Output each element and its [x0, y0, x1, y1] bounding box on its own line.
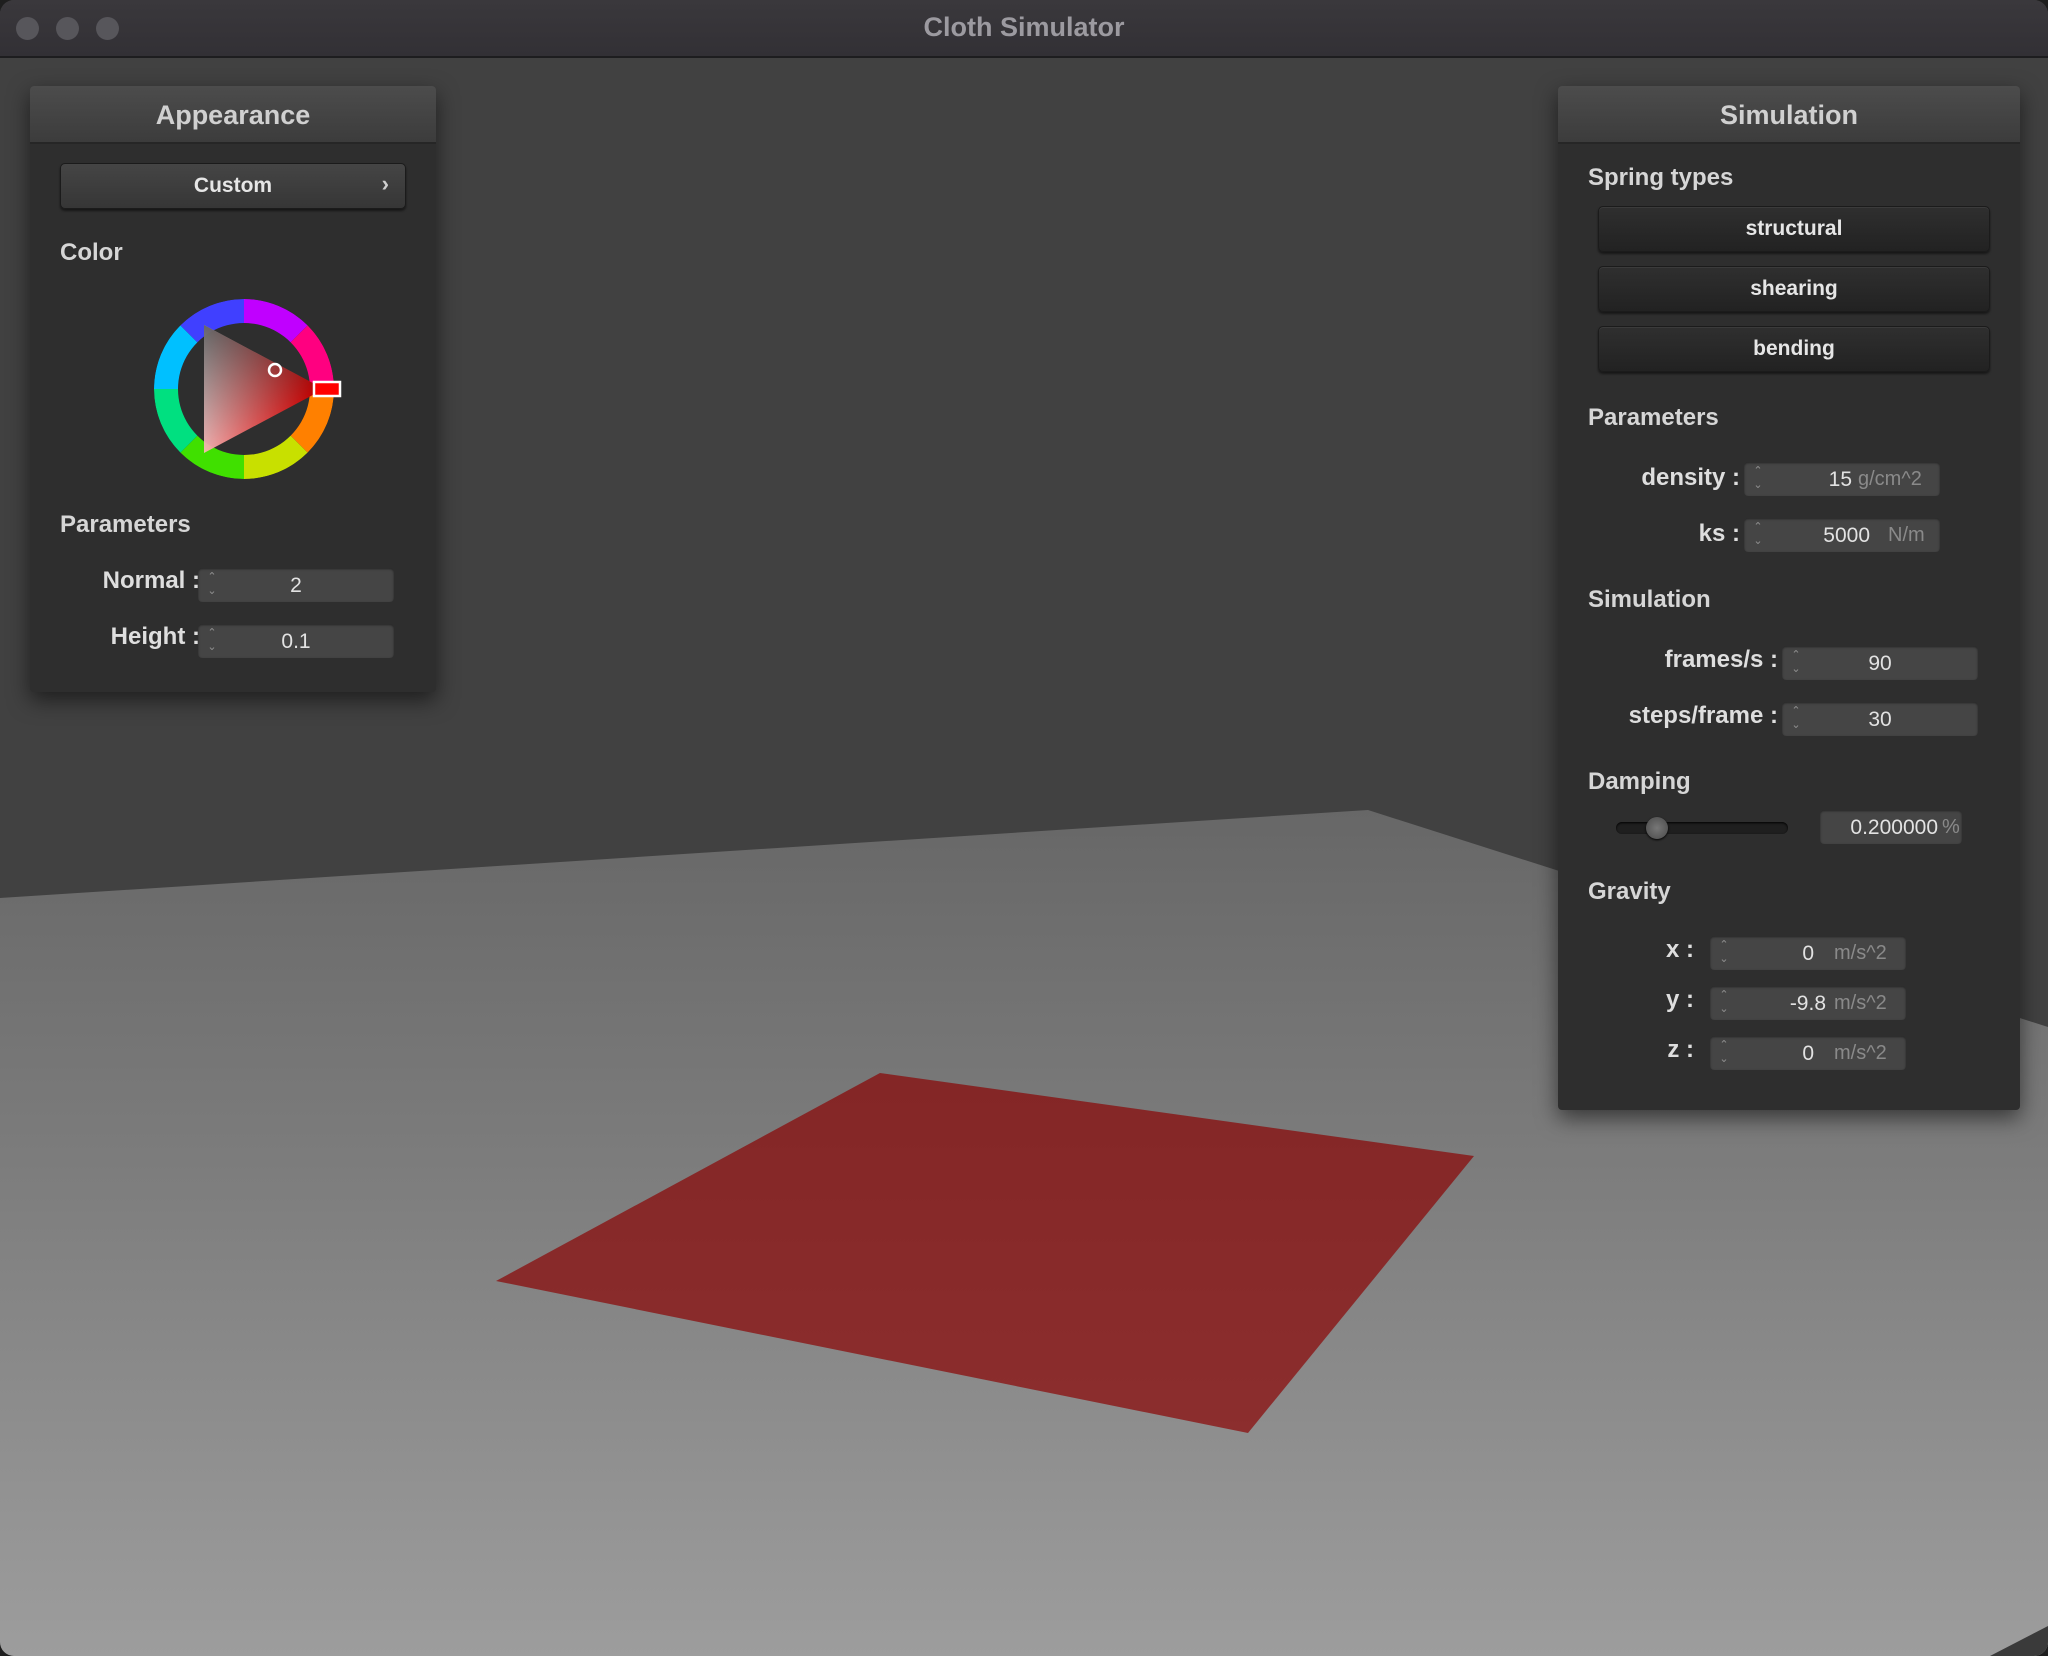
gravity-y-input[interactable]: ⌃ ⌄ -9.8 m/s^2 [1710, 986, 1906, 1020]
shearing-spring-button[interactable]: shearing [1598, 266, 1990, 312]
damping-slider-knob[interactable] [1646, 817, 1668, 839]
density-label: density : [1641, 464, 1740, 491]
gravity-x-label: x : [1665, 936, 1694, 963]
appearance-panel-title: Appearance [155, 100, 311, 130]
normal-label: Normal : [102, 567, 200, 594]
app-window: Cloth Simulator Appearance Custom › Colo… [0, 0, 2048, 1656]
simulation-panel: Simulation Spring types structural shear… [1558, 86, 2020, 1110]
appearance-parameters-label: Parameters [60, 511, 191, 538]
height-input[interactable]: ⌃ ⌄ 0.1 [198, 624, 394, 658]
simulation-parameters-label: Parameters [1588, 404, 1719, 431]
damping-value-input[interactable]: 0.200000 % [1820, 810, 1962, 844]
appearance-preset-dropdown[interactable]: Custom › [60, 163, 406, 209]
frames-per-second-label: frames/s : [1664, 646, 1778, 673]
gravity-y-label: y : [1665, 986, 1694, 1013]
spring-types-label: Spring types [1588, 164, 1734, 191]
title-bar: Cloth Simulator [0, 0, 2048, 58]
steps-per-frame-input[interactable]: ⌃ ⌄ 30 [1782, 702, 1978, 736]
simulation-panel-header[interactable]: Simulation [1558, 86, 2020, 144]
damping-slider-track[interactable] [1616, 817, 1788, 839]
damping-label: Damping [1588, 768, 1691, 795]
damping-unit: % [1942, 816, 1960, 838]
color-section-label: Color [60, 239, 123, 266]
appearance-panel-header[interactable]: Appearance [30, 86, 436, 144]
normal-input[interactable]: ⌃ ⌄ 2 [198, 568, 394, 602]
ks-label: ks : [1698, 520, 1740, 547]
gravity-x-unit: m/s^2 [1834, 942, 1887, 964]
window-title: Cloth Simulator [923, 12, 1125, 42]
ks-unit: N/m [1888, 524, 1925, 546]
appearance-panel: Appearance Custom › Color Parameters Nor… [30, 86, 436, 692]
hue-picker-handle[interactable] [312, 380, 342, 398]
density-input[interactable]: ⌃ ⌄ 15 g/cm^2 [1744, 462, 1940, 496]
height-label: Height : [110, 623, 200, 650]
frames-per-second-input[interactable]: ⌃ ⌄ 90 [1782, 646, 1978, 680]
bending-spring-button[interactable]: bending [1598, 326, 1990, 372]
gravity-z-label: z : [1667, 1036, 1694, 1063]
gravity-x-input[interactable]: ⌃ ⌄ 0 m/s^2 [1710, 936, 1906, 970]
steps-per-frame-label: steps/frame : [1628, 702, 1778, 729]
structural-spring-button[interactable]: structural [1598, 206, 1990, 252]
gravity-y-unit: m/s^2 [1834, 992, 1887, 1014]
gravity-label: Gravity [1588, 878, 1671, 905]
ks-input[interactable]: ⌃ ⌄ 5000 N/m [1744, 518, 1940, 552]
gravity-z-input[interactable]: ⌃ ⌄ 0 m/s^2 [1710, 1036, 1906, 1070]
color-wheel[interactable] [144, 289, 344, 489]
simulation-section-label: Simulation [1588, 586, 1711, 613]
preset-value: Custom [193, 174, 273, 197]
gravity-z-unit: m/s^2 [1834, 1042, 1887, 1064]
density-unit: g/cm^2 [1858, 468, 1922, 490]
simulation-panel-title: Simulation [1719, 100, 1858, 130]
chevron-right-icon: › [381, 171, 389, 196]
